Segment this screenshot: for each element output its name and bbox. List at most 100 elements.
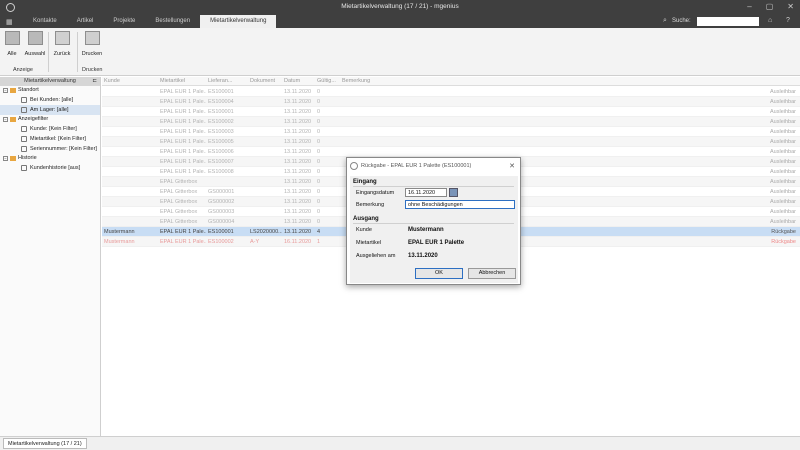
title-bar: Mietartikelverwaltung (17 / 21) - mgeniu… (0, 0, 800, 15)
close-icon[interactable]: ✕ (509, 158, 515, 175)
auswahl-label: Auswahl (24, 51, 46, 57)
person-icon (21, 126, 27, 132)
app-menu-icon[interactable]: ▦ (6, 18, 13, 26)
cell-lieferant: GS000004 (208, 219, 235, 225)
table-row[interactable]: EPAL EUR 1 Pale... ES100003 13.11.2020 0 Aus… (102, 127, 800, 137)
window-title: Mietartikelverwaltung (17 / 21) - mgeniu… (341, 3, 459, 10)
tree-group-label: Anzeigefilter (18, 116, 49, 122)
cell-lieferant: ES100005 (208, 139, 234, 145)
folder-icon (10, 156, 16, 161)
cell-status: Ausleihbar (770, 179, 796, 185)
search-input[interactable] (697, 17, 759, 26)
cell-datum: 13.11.2020 (284, 209, 312, 215)
cell-mietartikel: EPAL EUR 1 Pale... (160, 159, 206, 165)
cell-datum: 13.11.2020 (284, 119, 312, 125)
calendar-icon[interactable] (449, 188, 458, 197)
close-window-icon[interactable]: ✕ (787, 2, 794, 11)
collapse-icon[interactable]: − (3, 88, 8, 93)
column-header-mietartikel[interactable]: Mietartikel (160, 78, 185, 84)
cell-status: Ausleihbar (770, 199, 796, 205)
column-header-dokument[interactable]: Dokument (250, 78, 275, 84)
cell-status: Ausleihbar (770, 99, 796, 105)
collapse-icon[interactable]: − (3, 117, 8, 122)
tree-item-kunde-filter[interactable]: Kunde: [Kein Filter] (0, 124, 100, 134)
zurueck-button[interactable]: Zurück (51, 31, 73, 57)
menu-bar: ▦ Kontakte Artikel Projekte Bestellungen… (0, 15, 800, 28)
drucken-button[interactable]: Drucken (81, 31, 103, 57)
table-row[interactable]: EPAL EUR 1 Pale... ES100004 13.11.2020 0 Aus… (102, 97, 800, 107)
folder-icon (10, 117, 16, 122)
cell-gueltig: 0 (317, 199, 321, 205)
collapse-icon[interactable]: − (3, 156, 8, 161)
column-header-kunde[interactable]: Kunde (104, 78, 120, 84)
section-eingang: Eingang (353, 179, 377, 185)
table-row[interactable]: EPAL EUR 1 Pale... ES100002 13.11.2020 0 Aus… (102, 117, 800, 127)
pin-icon[interactable]: ⊏ (92, 77, 97, 86)
cell-gueltig: 1 (317, 239, 321, 245)
alle-button[interactable]: Alle (1, 31, 23, 57)
table-header: Kunde Mietartikel Lieferan... Dokument D… (102, 77, 800, 86)
tree-item-bei-kunden[interactable]: Bei Kunden: [alle] (0, 95, 100, 105)
tree-item-kundenhistorie[interactable]: Kundenhistorie [aus] (0, 163, 100, 173)
ribbon: Alle Auswahl Zurück Drucken Anzeige Druc… (0, 28, 800, 76)
table-row[interactable]: EPAL EUR 1 Pale... ES100006 13.11.2020 0 Aus… (102, 147, 800, 157)
cancel-button[interactable]: Abbrechen (468, 268, 516, 279)
help-icon[interactable]: ? (786, 17, 790, 24)
cell-datum: 13.11.2020 (284, 179, 312, 185)
cell-lieferant: GS000002 (208, 199, 235, 205)
cell-status: Rückgabe (771, 229, 796, 235)
dialog-title: Rückgabe - EPAL EUR 1 Palette (ES100001) (361, 163, 472, 169)
cell-datum: 13.11.2020 (284, 199, 312, 205)
serial-number-icon (21, 146, 27, 152)
table-row[interactable]: EPAL EUR 1 Pale... ES100005 13.11.2020 0 Aus… (102, 137, 800, 147)
tree-group-standort[interactable]: − Standort (0, 86, 100, 95)
column-header-gueltig[interactable]: Gültig... (317, 78, 337, 84)
column-header-lieferant[interactable]: Lieferan... (208, 78, 246, 84)
tab-projekte[interactable]: Projekte (103, 15, 145, 28)
tab-artikel[interactable]: Artikel (67, 15, 104, 28)
tree-group-historie[interactable]: − Historie (0, 154, 100, 163)
tree-item-label: Seriennummer: [Kein Filter] (30, 146, 97, 152)
tab-kontakte[interactable]: Kontakte (23, 15, 67, 28)
cell-dokument: A-Y (250, 239, 260, 245)
value-kunde: Mustermann (408, 227, 444, 233)
cell-mietartikel: EPAL Gitterbox (160, 199, 198, 205)
table-icon (4, 31, 20, 45)
tree-item-am-lager[interactable]: Am Lager: [alle] (0, 105, 100, 115)
cell-mietartikel: EPAL EUR 1 Pale... (160, 89, 206, 95)
navigation-panel: Mietartikelverwaltung ⊏ − Standort Bei K… (0, 77, 101, 436)
tree-item-seriennummer-filter[interactable]: Seriennummer: [Kein Filter] (0, 144, 100, 154)
tree-group-anzeigefilter[interactable]: − Anzeigefilter (0, 115, 100, 124)
maximize-icon[interactable]: ▢ (766, 2, 774, 11)
cell-kunde: Mustermann (104, 239, 135, 245)
tab-mietartikelverwaltung[interactable]: Mietartikelverwaltung (200, 15, 277, 28)
cell-mietartikel: EPAL EUR 1 Pale... (160, 109, 206, 115)
cell-status: Ausleihbar (770, 129, 796, 135)
cell-gueltig: 0 (317, 139, 321, 145)
cell-mietartikel: EPAL EUR 1 Pale... (160, 229, 206, 235)
column-header-datum[interactable]: Datum (284, 78, 300, 84)
minimize-icon[interactable]: – (747, 2, 751, 11)
bemerkung-field[interactable]: ohne Beschädigungen (405, 200, 515, 209)
tree-item-mietartikel-filter[interactable]: Mietartikel: [Kein Filter] (0, 134, 100, 144)
section-divider (353, 223, 514, 224)
ok-button[interactable]: OK (415, 268, 463, 279)
cell-gueltig: 0 (317, 179, 321, 185)
table-row[interactable]: EPAL EUR 1 Pale... ES100001 13.11.2020 0 Aus… (102, 107, 800, 117)
table-row[interactable]: EPAL EUR 1 Pale... ES100001 13.11.2020 0 Aus… (102, 87, 800, 97)
label-mietartikel: Mietartikel (356, 240, 382, 246)
gift-icon[interactable]: ⌂ (768, 17, 772, 24)
history-icon (21, 165, 27, 171)
column-header-bemerkung[interactable]: Bemerkung (342, 78, 370, 84)
cell-status: Ausleihbar (770, 89, 796, 95)
label-kunde: Kunde (356, 227, 372, 233)
cell-lieferant: GS000003 (208, 209, 235, 215)
eingangsdatum-field[interactable]: 16.11.2020 (405, 188, 447, 197)
tab-bestellungen[interactable]: Bestellungen (145, 15, 200, 28)
cell-gueltig: 0 (317, 109, 321, 115)
cell-gueltig: 0 (317, 89, 321, 95)
status-tab[interactable]: Mietartikelverwaltung (17 / 21) (3, 438, 87, 449)
cell-gueltig: 0 (317, 219, 321, 225)
cell-lieferant: ES100001 (208, 229, 234, 235)
auswahl-button[interactable]: Auswahl (24, 31, 46, 57)
